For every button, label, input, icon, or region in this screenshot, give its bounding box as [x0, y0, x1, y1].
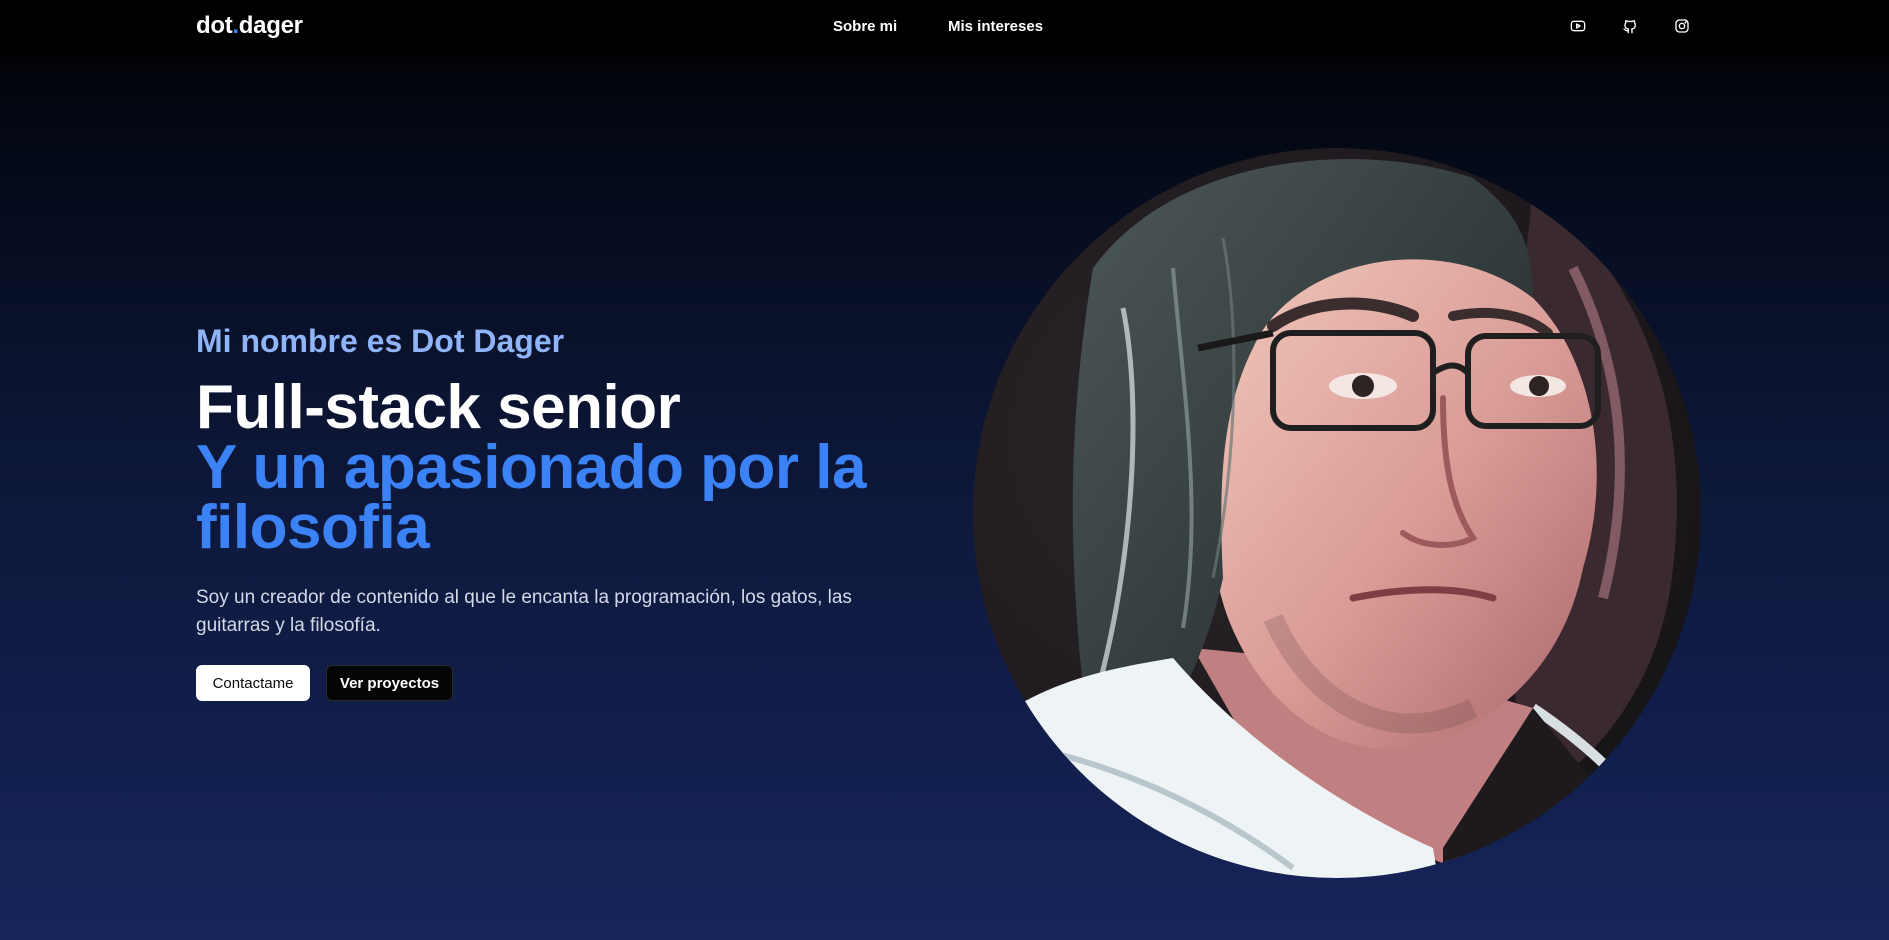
top-navbar: dot.dager Sobre mi Mis intereses: [0, 0, 1889, 56]
hero-eyebrow: Mi nombre es Dot Dager: [196, 323, 565, 359]
hero-headline: Full-stack senior Y un apasionado por la…: [196, 373, 916, 562]
portrait-illustration: [973, 148, 1701, 878]
logo-text-main: dot: [196, 12, 233, 39]
github-icon[interactable]: [1621, 17, 1639, 35]
logo-text-rest: dager: [238, 12, 303, 39]
contact-button[interactable]: Contactame: [196, 665, 310, 701]
profile-portrait: [973, 148, 1701, 878]
hero-description: Soy un creador de contenido al que le en…: [196, 587, 852, 636]
nav-link-mis-intereses[interactable]: Mis intereses: [948, 18, 1043, 35]
instagram-icon[interactable]: [1673, 17, 1691, 35]
logo[interactable]: dot.dager: [196, 12, 303, 40]
nav-link-sobre-mi[interactable]: Sobre mi: [833, 18, 897, 35]
youtube-icon[interactable]: [1569, 17, 1587, 35]
headline-line-2: Y un apasionado por la filosofia: [196, 433, 866, 562]
page: dot.dager Sobre mi Mis intereses Mi nomb…: [0, 0, 1889, 940]
view-projects-button[interactable]: Ver proyectos: [326, 665, 453, 701]
headline-line-1: Full-stack senior: [196, 373, 681, 442]
